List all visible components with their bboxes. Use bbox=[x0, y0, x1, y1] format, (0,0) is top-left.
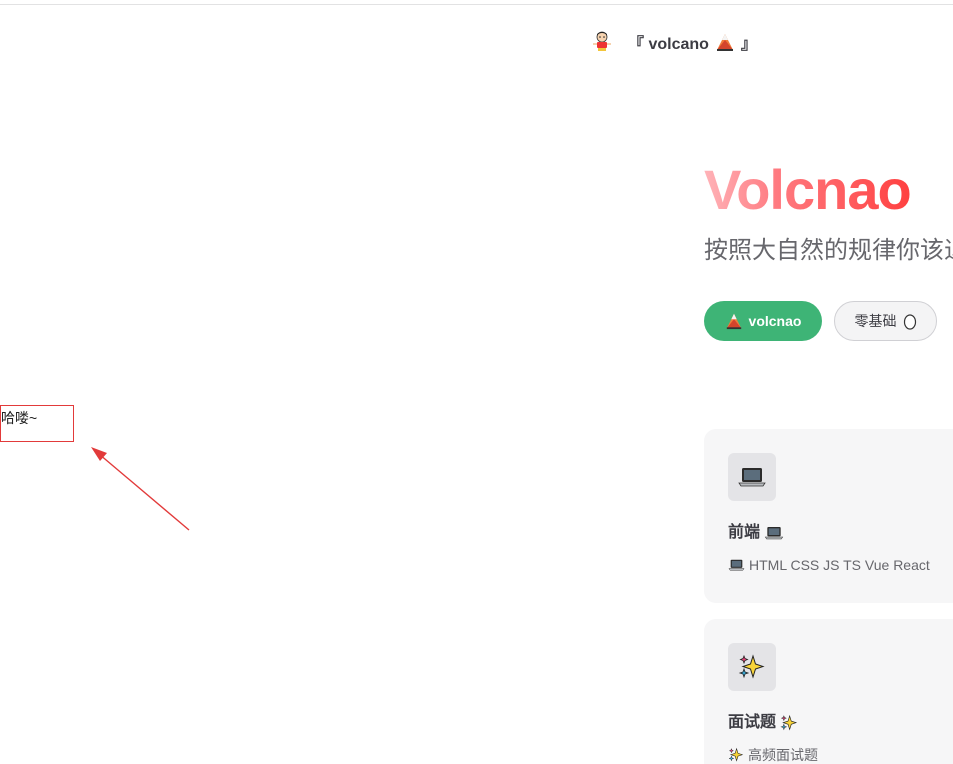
sparkles-icon bbox=[738, 654, 765, 679]
hero-name: Volcnao bbox=[704, 156, 912, 224]
feature-title-text: 前端 bbox=[728, 524, 761, 541]
annotation-hello-box: 哈喽~ bbox=[0, 405, 74, 442]
zero-basics-button-label: 零基础 bbox=[854, 313, 897, 329]
annotation-hello-text: 哈喽~ bbox=[1, 410, 38, 426]
feature-icon-box bbox=[728, 453, 776, 501]
feature-details: HTML CSS JS TS Vue React bbox=[728, 553, 950, 577]
volcano-icon bbox=[726, 313, 741, 330]
feature-icon-box bbox=[728, 643, 776, 691]
egg-icon bbox=[903, 314, 916, 330]
feature-details-text: HTML CSS JS TS Vue React bbox=[749, 557, 930, 573]
feature-details-text: 高频面试题 bbox=[748, 747, 818, 763]
page: 『 volcano 』 Volcnao 按照大自然的规律你该退 volcnao … bbox=[0, 0, 953, 764]
sparkles-icon bbox=[780, 714, 798, 731]
shin-chan-avatar-icon bbox=[593, 31, 611, 51]
feature-title-text: 面试题 bbox=[728, 714, 777, 731]
feature-title: 面试题 bbox=[728, 711, 950, 735]
laptop-icon bbox=[764, 527, 784, 540]
volcnao-button[interactable]: volcnao bbox=[704, 301, 822, 341]
top-divider bbox=[0, 4, 953, 5]
sparkles-icon bbox=[728, 747, 744, 762]
volcano-icon bbox=[716, 34, 733, 51]
feature-card-frontend[interactable]: 前端 HTML CSS JS TS Vue React bbox=[704, 429, 953, 603]
site-title-link[interactable]: 『 volcano 』 bbox=[590, 28, 757, 56]
laptop-icon bbox=[728, 559, 745, 571]
hero-tagline: 按照大自然的规律你该退 bbox=[704, 237, 953, 264]
laptop-icon bbox=[738, 468, 766, 487]
feature-details: 高频面试题 bbox=[728, 743, 950, 764]
site-title-prefix: 『 volcano bbox=[628, 36, 709, 53]
feature-card-interview[interactable]: 面试题 高频面试题 bbox=[704, 619, 953, 764]
site-title-suffix: 』 bbox=[740, 36, 757, 53]
volcnao-button-label: volcnao bbox=[748, 313, 802, 329]
annotation-arrow bbox=[91, 447, 190, 531]
zero-basics-button[interactable]: 零基础 bbox=[834, 301, 937, 341]
feature-title: 前端 bbox=[728, 521, 950, 545]
